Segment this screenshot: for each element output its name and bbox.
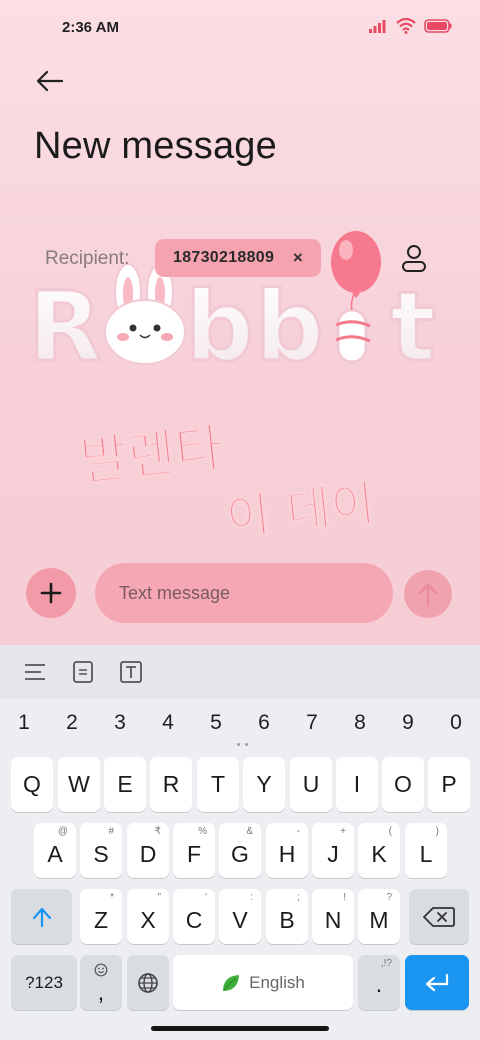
key-l[interactable]: ) L [405, 823, 447, 878]
home-indicator[interactable] [151, 1026, 329, 1031]
recipient-row: Recipient: 18730218809 × [0, 236, 480, 280]
key-t[interactable]: T [197, 757, 239, 812]
key-4[interactable]: 4 [144, 707, 192, 739]
key-8[interactable]: 8 [336, 707, 384, 739]
space-key-label: English [249, 972, 305, 992]
svg-text:b: b [185, 271, 254, 383]
korean-line2: 이 데이 [223, 476, 377, 547]
key-b[interactable]: ; B [266, 889, 308, 944]
wifi-icon [396, 18, 416, 34]
backspace-icon [423, 906, 455, 927]
clipboard-button[interactable] [71, 660, 95, 684]
key-n[interactable]: ! N [312, 889, 354, 944]
messaging-screen: 2:36 AM New message R b b t 발렌타 이 데이 Rec… [0, 0, 480, 645]
svg-text:b: b [255, 271, 324, 383]
recipient-chip[interactable]: 18730218809 × [155, 239, 321, 277]
text-format-button[interactable] [119, 660, 143, 684]
svg-text:R: R [28, 271, 102, 383]
key-d[interactable]: ₹ D [127, 823, 169, 878]
key-5[interactable]: 5 [192, 707, 240, 739]
key-q[interactable]: Q [11, 757, 53, 812]
globe-key[interactable] [127, 955, 169, 1010]
korean-word-art: 발렌타 이 데이 [76, 417, 378, 547]
emoji-icon [94, 963, 108, 977]
key-z[interactable]: * Z [80, 889, 122, 944]
person-icon [402, 245, 426, 272]
key-m[interactable]: ? M [358, 889, 400, 944]
key-x[interactable]: " X [127, 889, 169, 944]
recipient-label: Recipient: [45, 248, 130, 269]
key-9[interactable]: 9 [384, 707, 432, 739]
comma-key[interactable]: , [80, 955, 122, 1010]
key-0[interactable]: 0 [432, 707, 480, 739]
key-p[interactable]: P [428, 757, 470, 812]
recipient-chip-number: 18730218809 [173, 249, 275, 266]
contact-picker-button[interactable] [396, 240, 432, 276]
menu-lines-icon [25, 664, 45, 680]
svg-text:t: t [390, 271, 436, 383]
symbols-key-label: ?123 [25, 972, 63, 992]
page-title: New message [34, 125, 277, 167]
text-format-icon [120, 661, 142, 683]
key-a[interactable]: @ A [34, 823, 76, 878]
period-key-label: . [375, 971, 383, 997]
key-f[interactable]: % F [173, 823, 215, 878]
backspace-key[interactable] [409, 889, 469, 944]
key-7[interactable]: 7 [288, 707, 336, 739]
plus-icon [40, 582, 62, 604]
key-r[interactable]: R [150, 757, 192, 812]
symbols-key[interactable]: ?123 [11, 955, 77, 1010]
keyboard-toolbar [0, 645, 480, 699]
signal-icon [369, 20, 386, 33]
rabbit-word-art: R b b t [27, 270, 438, 385]
comma-key-label: , [97, 979, 105, 1005]
chip-remove-button[interactable]: × [289, 248, 307, 268]
status-time: 2:36 AM [62, 19, 119, 36]
enter-key[interactable] [405, 955, 469, 1010]
keyboard: 1 2 3 4 5 6 7 8 9 0 Q W E R T Y U I O P … [0, 645, 480, 1040]
key-1[interactable]: 1 [0, 707, 48, 739]
compose-row [0, 562, 480, 624]
key-e[interactable]: E [104, 757, 146, 812]
status-icons [368, 18, 452, 34]
key-g[interactable]: & G [219, 823, 261, 878]
key-u[interactable]: U [290, 757, 332, 812]
globe-icon [138, 972, 158, 993]
key-h[interactable]: -H [266, 823, 308, 878]
korean-line1: 발렌타 [77, 418, 226, 493]
arrow-up-icon [418, 583, 438, 606]
leaf-icon [223, 974, 240, 991]
key-o[interactable]: O [382, 757, 424, 812]
key-s[interactable]: # S [80, 823, 122, 878]
key-j[interactable]: + J [312, 823, 354, 878]
back-button[interactable] [30, 63, 70, 99]
number-row: 1 2 3 4 5 6 7 8 9 0 [0, 707, 480, 739]
key-3[interactable]: 3 [96, 707, 144, 739]
send-button[interactable] [404, 570, 452, 618]
status-bar: 2:36 AM [0, 0, 480, 56]
back-arrow-icon [36, 70, 64, 92]
shift-key[interactable] [11, 889, 72, 944]
key-2[interactable]: 2 [48, 707, 96, 739]
key-i[interactable]: I [336, 757, 378, 812]
clipboard-icon [73, 661, 93, 683]
key-c[interactable]: ' C [173, 889, 215, 944]
keyboard-page-dots [237, 743, 248, 746]
period-key[interactable]: ,!? . [358, 955, 400, 1010]
key-y[interactable]: Y [243, 757, 285, 812]
space-key[interactable]: English [173, 955, 353, 1010]
enter-arrow-icon [425, 973, 449, 991]
shift-arrow-icon [32, 907, 51, 927]
key-6[interactable]: 6 [240, 707, 288, 739]
period-key-hint: ,!? [380, 958, 392, 969]
message-input[interactable] [95, 563, 393, 623]
attach-button[interactable] [26, 568, 76, 618]
key-w[interactable]: W [58, 757, 100, 812]
key-k[interactable]: (K [358, 823, 400, 878]
battery-icon [424, 19, 452, 33]
key-v[interactable]: :V [219, 889, 261, 944]
menu-lines-button[interactable] [23, 660, 47, 684]
